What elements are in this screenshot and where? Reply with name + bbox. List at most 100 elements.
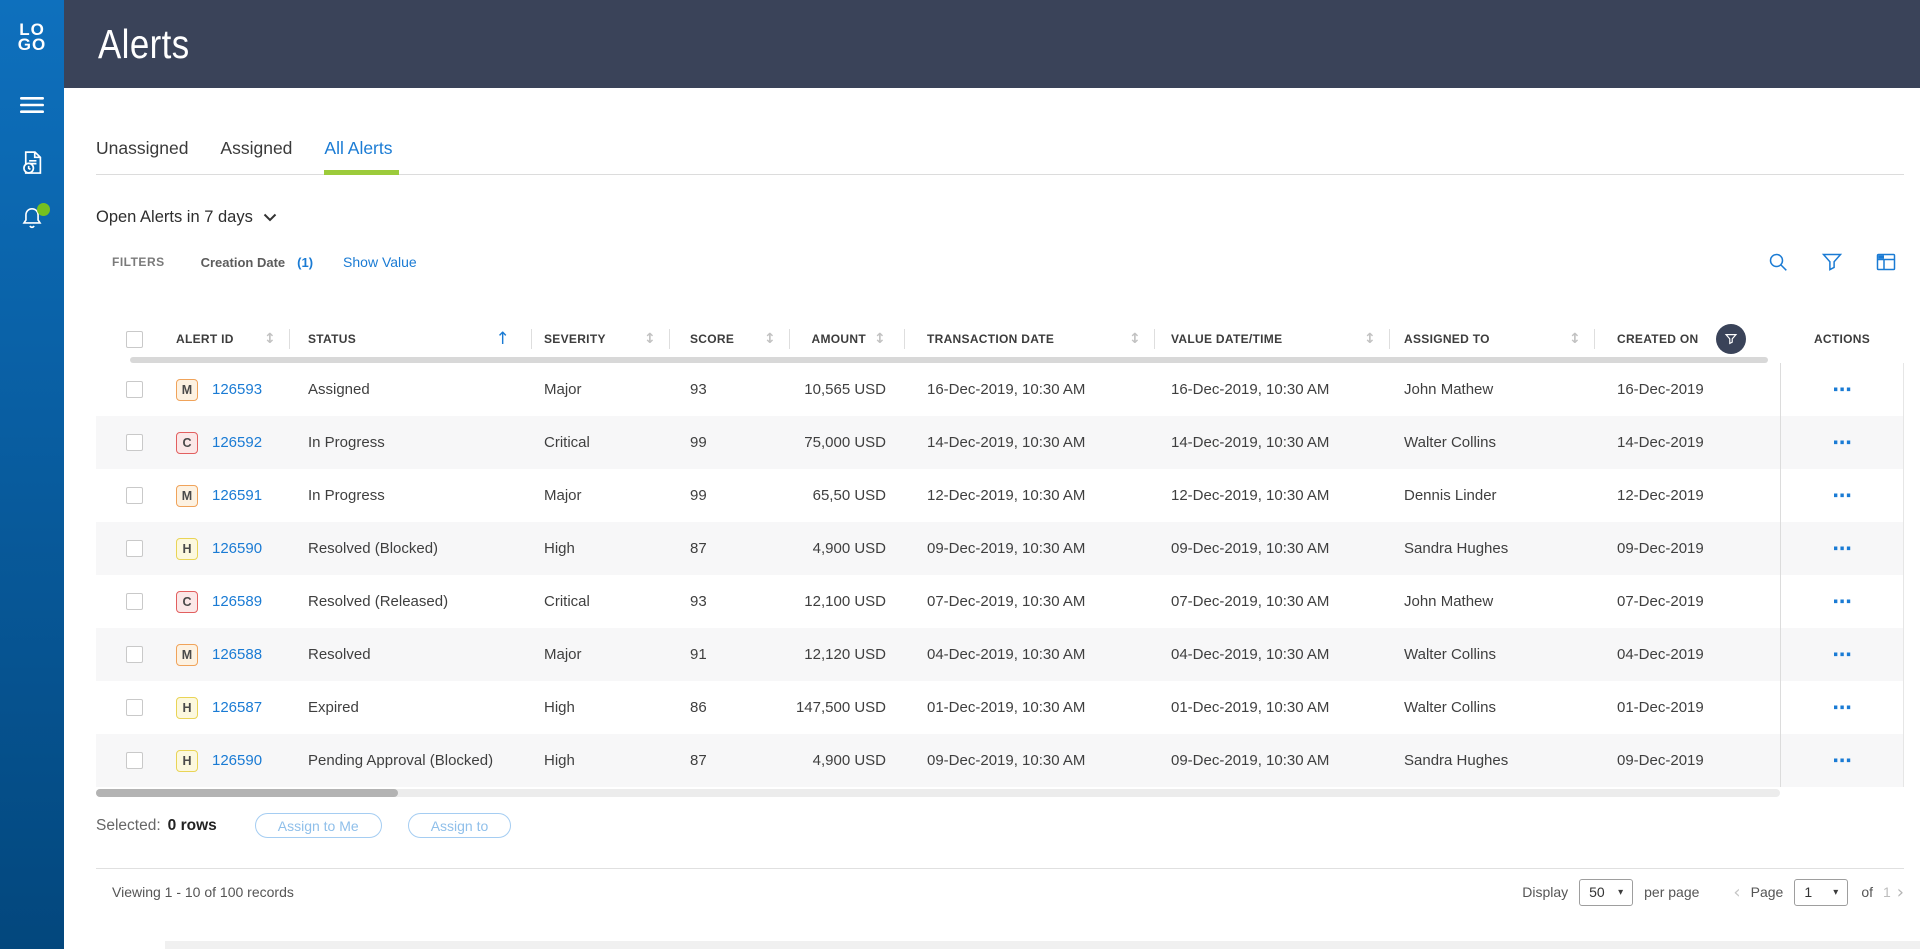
severity-badge: H xyxy=(176,537,198,560)
table-row: C 126592 In Progress Critical 99 75,000 USD 14… xyxy=(96,416,1903,469)
open-alerts-dropdown[interactable]: Open Alerts in 7 days xyxy=(96,208,277,227)
row-checkbox[interactable] xyxy=(126,752,143,769)
status-cell: Resolved (Blocked) xyxy=(308,540,439,557)
amount-cell: 65,50 USD xyxy=(812,487,886,504)
actions-menu-button[interactable]: ⋯ xyxy=(1833,538,1853,560)
score-cell: 99 xyxy=(690,487,707,504)
sort-icon[interactable]: ↕ xyxy=(1364,331,1376,347)
actions-cell: ⋯ xyxy=(1780,681,1904,734)
alert-id-link[interactable]: 126591 xyxy=(212,487,262,504)
actions-cell: ⋯ xyxy=(1780,363,1904,416)
actions-menu-button[interactable]: ⋯ xyxy=(1833,750,1853,772)
header-assigned-to[interactable]: ASSIGNED TO ↕ xyxy=(1390,321,1595,357)
created-on-cell: 09-Dec-2019 xyxy=(1617,540,1704,557)
actions-menu-button[interactable]: ⋯ xyxy=(1833,379,1853,401)
tab-unassigned[interactable]: Unassigned xyxy=(96,138,188,174)
header-transaction-date[interactable]: TRANSACTION DATE ↕ xyxy=(905,321,1155,357)
document-clock-icon xyxy=(19,149,46,181)
page-title: Alerts xyxy=(98,20,190,67)
column-filter-active-icon[interactable] xyxy=(1716,324,1747,354)
sort-icon[interactable]: ↕ xyxy=(264,331,276,347)
alert-id-link[interactable]: 126590 xyxy=(212,540,262,557)
assign-to-button[interactable]: Assign to xyxy=(407,813,512,838)
menu-button[interactable] xyxy=(17,92,47,122)
page-number-select[interactable]: 1 ▾ xyxy=(1794,878,1849,906)
sort-icon[interactable]: ↕ xyxy=(764,331,776,347)
amount-cell: 4,900 USD xyxy=(812,752,886,769)
row-checkbox[interactable] xyxy=(126,487,143,504)
horizontal-scrollbar-thumb[interactable] xyxy=(96,789,398,797)
transaction-date-cell: 07-Dec-2019, 10:30 AM xyxy=(927,593,1086,610)
actions-menu-button[interactable]: ⋯ xyxy=(1833,644,1853,666)
alert-id-cell: M 126591 xyxy=(160,469,290,522)
alert-id-link[interactable]: 126592 xyxy=(212,434,262,451)
filters-label: FILTERS xyxy=(112,255,165,269)
actions-cell: ⋯ xyxy=(1780,628,1904,681)
actions-menu-button[interactable]: ⋯ xyxy=(1833,591,1853,613)
row-checkbox-cell xyxy=(96,628,160,681)
previous-page-icon[interactable]: ‹ xyxy=(1733,882,1740,903)
filter-icon[interactable] xyxy=(1820,250,1844,274)
page-size-select[interactable]: 50 ▾ xyxy=(1579,878,1634,906)
records-summary: Viewing 1 - 10 of 100 records xyxy=(112,884,294,900)
selection-bar: Selected: 0 rows Assign to Me Assign to xyxy=(96,813,1904,838)
reports-button[interactable] xyxy=(17,150,47,180)
severity-cell: Critical xyxy=(544,434,590,451)
header-status[interactable]: STATUS ↑ xyxy=(290,321,532,357)
amount-cell: 12,120 USD xyxy=(804,646,886,663)
sort-icon[interactable]: ↕ xyxy=(644,331,656,347)
amount-cell: 4,900 USD xyxy=(812,540,886,557)
sort-icon[interactable]: ↕ xyxy=(1129,331,1141,347)
row-checkbox[interactable] xyxy=(126,434,143,451)
tab-assigned[interactable]: Assigned xyxy=(220,138,292,174)
columns-icon[interactable] xyxy=(1874,250,1898,274)
alert-id-link[interactable]: 126589 xyxy=(212,593,262,610)
notifications-button[interactable] xyxy=(17,203,50,235)
next-page-icon[interactable]: › xyxy=(1897,882,1904,903)
header-score[interactable]: SCORE ↕ xyxy=(670,321,790,357)
header-created-on[interactable]: CREATED ON xyxy=(1595,321,1780,357)
alert-id-link[interactable]: 126593 xyxy=(212,381,262,398)
main-content: Unassigned Assigned All Alerts Open Aler… xyxy=(64,138,1920,915)
row-checkbox[interactable] xyxy=(126,540,143,557)
row-checkbox[interactable] xyxy=(126,381,143,398)
filters-bar: FILTERS Creation Date (1) Show Value xyxy=(96,247,1904,277)
status-cell: Expired xyxy=(308,699,359,716)
header-alert-id[interactable]: ALERT ID ↕ xyxy=(160,321,290,357)
tab-all-alerts[interactable]: All Alerts xyxy=(324,138,399,175)
logo[interactable]: LO GO xyxy=(18,21,46,53)
actions-menu-button[interactable]: ⋯ xyxy=(1833,432,1853,454)
alert-id-link[interactable]: 126587 xyxy=(212,699,262,716)
row-checkbox[interactable] xyxy=(126,699,143,716)
search-icon[interactable] xyxy=(1766,250,1790,274)
show-value-link[interactable]: Show Value xyxy=(343,254,417,270)
total-pages: 1 xyxy=(1883,884,1891,900)
row-checkbox[interactable] xyxy=(126,646,143,663)
value-date-cell: 09-Dec-2019, 10:30 AM xyxy=(1171,540,1330,557)
assign-to-me-button[interactable]: Assign to Me xyxy=(254,813,382,838)
filter-chip-creation-date: Creation Date xyxy=(200,254,286,270)
severity-cell: Major xyxy=(544,646,582,663)
sort-icon[interactable]: ↕ xyxy=(1569,331,1581,347)
created-on-cell: 04-Dec-2019 xyxy=(1617,646,1704,663)
alert-id-link[interactable]: 126588 xyxy=(212,646,262,663)
header-value-date[interactable]: VALUE DATE/TIME ↕ xyxy=(1155,321,1390,357)
sort-icon[interactable]: ↕ xyxy=(874,331,886,347)
alert-id-link[interactable]: 126590 xyxy=(212,752,262,769)
filter-count[interactable]: (1) xyxy=(297,255,313,270)
actions-menu-button[interactable]: ⋯ xyxy=(1833,697,1853,719)
select-all-checkbox[interactable] xyxy=(126,330,143,348)
actions-menu-button[interactable]: ⋯ xyxy=(1833,485,1853,507)
table-row: H 126590 Resolved (Blocked) High 87 4,900 USD… xyxy=(96,522,1903,575)
status-cell: In Progress xyxy=(308,487,385,504)
header-severity[interactable]: SEVERITY ↕ xyxy=(532,321,670,357)
header-amount[interactable]: AMOUNT ↕ xyxy=(790,321,905,357)
value-date-cell: 04-Dec-2019, 10:30 AM xyxy=(1171,646,1330,663)
sort-ascending-icon[interactable]: ↑ xyxy=(495,329,510,349)
transaction-date-cell: 09-Dec-2019, 10:30 AM xyxy=(927,540,1086,557)
row-checkbox[interactable] xyxy=(126,593,143,610)
severity-cell: High xyxy=(544,752,575,769)
tab-bar: Unassigned Assigned All Alerts xyxy=(96,138,1904,175)
actions-cell: ⋯ xyxy=(1780,575,1904,628)
row-checkbox-cell xyxy=(96,734,160,787)
